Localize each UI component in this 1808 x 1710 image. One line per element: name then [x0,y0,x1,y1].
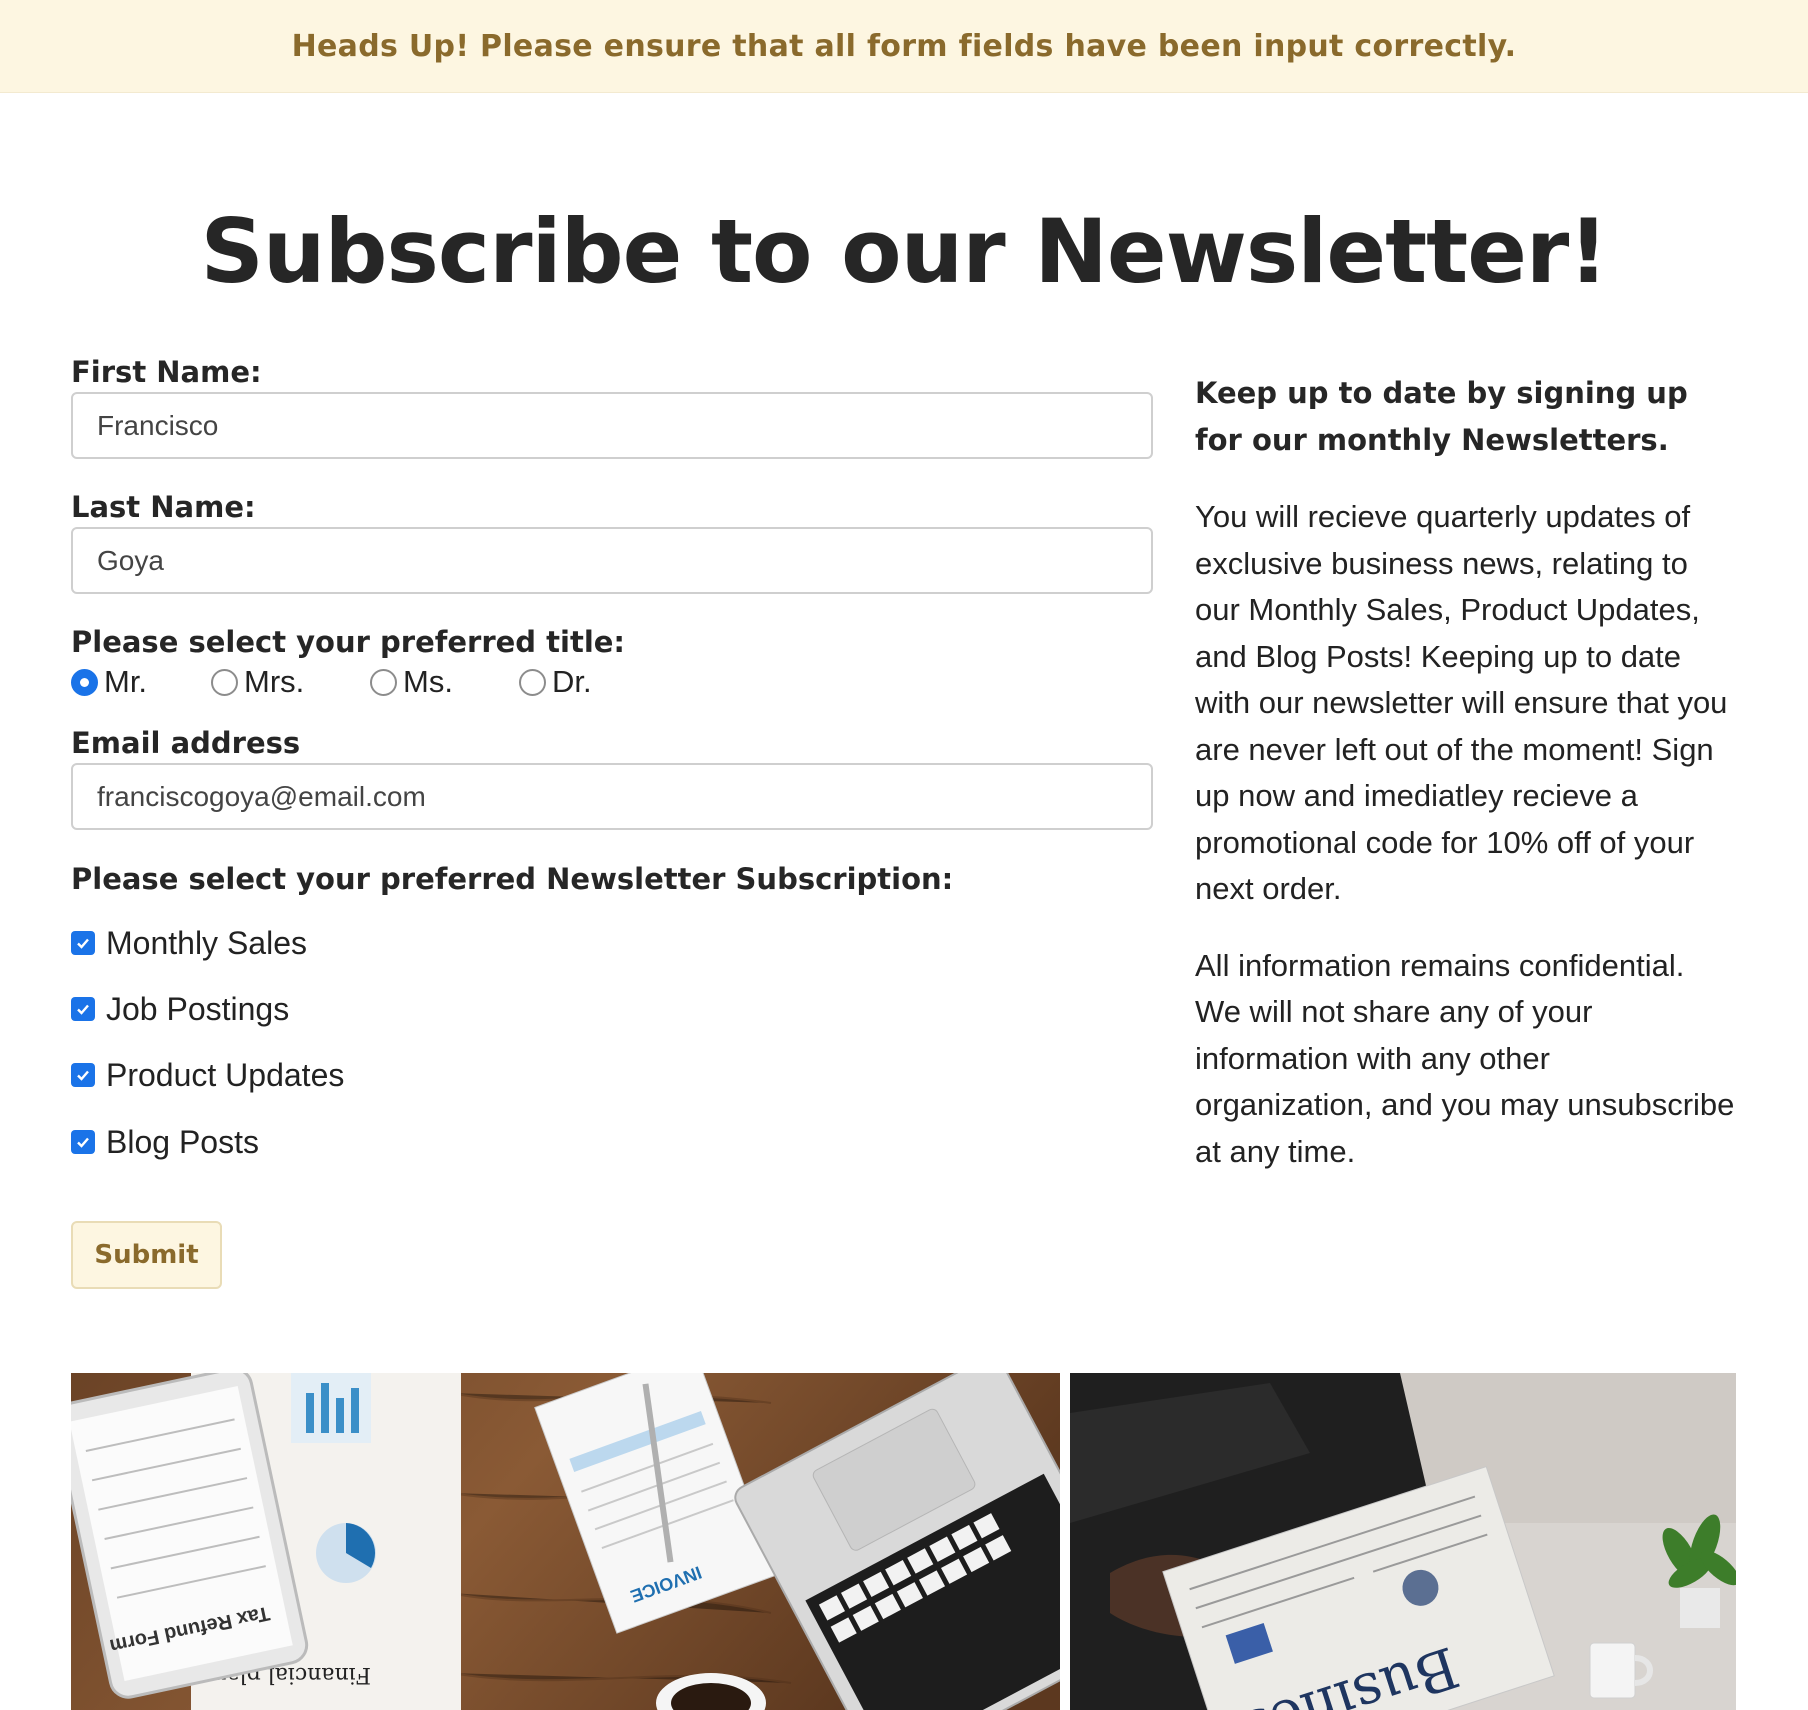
checkbox-product-updates[interactable] [71,1063,95,1087]
first-name-input[interactable]: Francisco [71,392,1153,459]
subscription-item-job-postings[interactable]: Job Postings [71,989,289,1029]
desk-photo: Financial plan Tax Refund Form INVOICE [71,1373,1060,1710]
alert-banner: Heads Up! Please ensure that all form fi… [0,0,1808,93]
radio-label-mrs: Mrs. [244,664,305,699]
radio-option-mr[interactable]: Mr. [71,662,147,702]
subscription-label: Please select your preferred Newsletter … [71,862,954,896]
newspaper-photo-graphic: Business [1070,1373,1736,1710]
subscription-item-monthly-sales[interactable]: Monthly Sales [71,923,307,963]
alert-text: Heads Up! Please ensure that all form fi… [291,28,1517,64]
title-select-label: Please select your preferred title: [71,625,626,659]
radio-option-dr[interactable]: Dr. [519,662,592,702]
first-name-label: First Name: [71,355,262,389]
checkmark-icon [77,938,89,949]
checkbox-label-job-postings: Job Postings [106,990,290,1027]
sidebar-info: Keep up to date by signing up for our mo… [1195,370,1735,1175]
radio-mr[interactable] [71,668,98,696]
checkbox-label-monthly-sales: Monthly Sales [106,924,307,961]
subscription-item-product-updates[interactable]: Product Updates [71,1055,344,1095]
submit-button[interactable]: Submit [71,1221,222,1289]
sidebar-paragraph-1: You will recieve quarterly updates of ex… [1195,499,1728,906]
last-name-label: Last Name: [71,490,256,524]
sidebar-heading: Keep up to date by signing up for our mo… [1195,376,1688,457]
checkbox-monthly-sales[interactable] [71,931,95,955]
checkbox-job-postings[interactable] [71,997,95,1021]
subscription-item-blog-posts[interactable]: Blog Posts [71,1122,259,1162]
radio-label-dr: Dr. [552,664,592,699]
radio-ms[interactable] [370,668,397,696]
checkmark-icon [77,1137,89,1148]
checkmark-icon [77,1070,89,1081]
sidebar-paragraph-2: All information remains confidential. We… [1195,947,1735,1169]
checkmark-icon [77,1004,89,1015]
radio-option-mrs[interactable]: Mrs. [211,662,304,702]
email-label: Email address [71,726,301,760]
checkbox-blog-posts[interactable] [71,1130,95,1154]
checkbox-label-blog-posts: Blog Posts [106,1123,259,1160]
title-radio-group: Mr. Mrs. Ms. Dr. [71,662,671,702]
email-input[interactable]: franciscogoya@email.com [71,763,1153,830]
page-title: Subscribe to our Newsletter! [200,200,1609,303]
radio-mrs[interactable] [211,668,238,696]
radio-dr[interactable] [519,668,546,696]
checkbox-label-product-updates: Product Updates [106,1056,345,1093]
radio-label-mr: Mr. [104,664,148,699]
radio-label-ms: Ms. [403,664,453,699]
radio-option-ms[interactable]: Ms. [370,662,453,702]
desk-photo-graphic: Financial plan Tax Refund Form INVOICE [71,1373,1060,1710]
last-name-input[interactable]: Goya [71,527,1153,594]
newspaper-photo: Business [1070,1373,1736,1710]
